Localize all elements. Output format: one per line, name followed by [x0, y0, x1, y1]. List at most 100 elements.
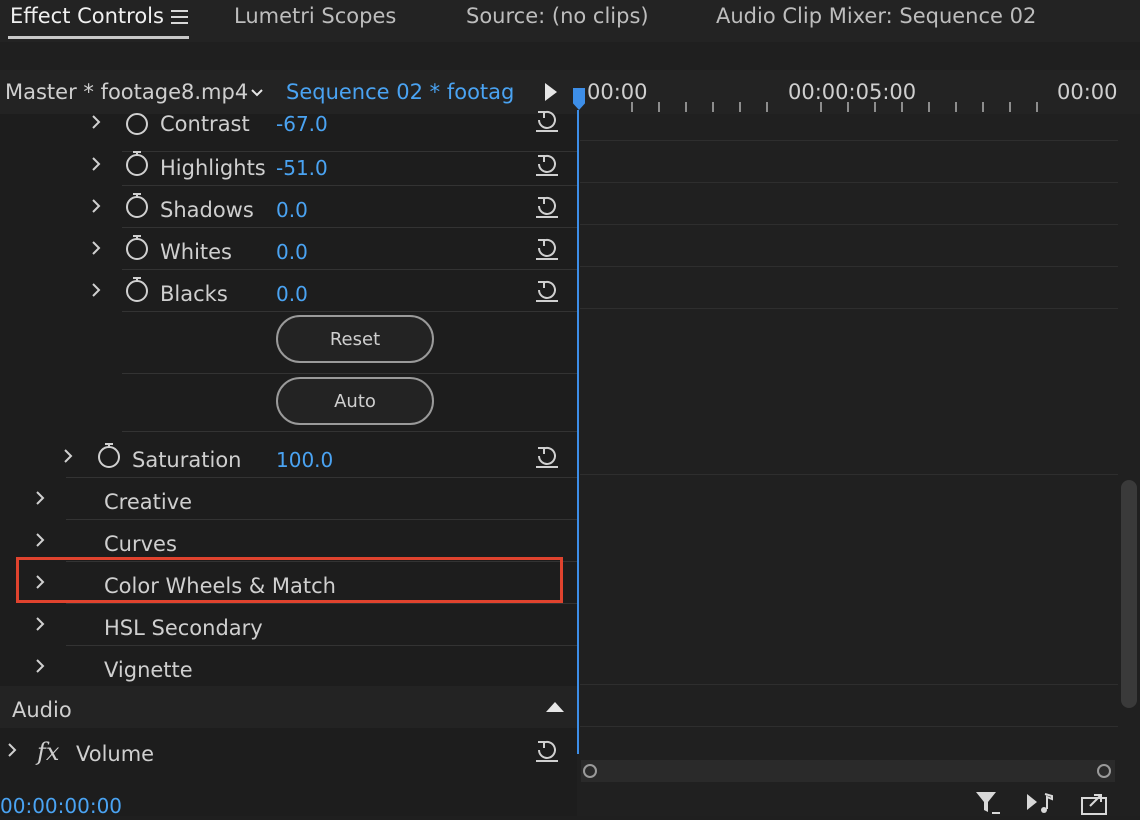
ruler-tick	[982, 102, 984, 112]
ruler-tick	[1009, 102, 1011, 112]
master-clip-label[interactable]: Master * footage8.mp4	[5, 80, 248, 104]
reset-arrow-icon[interactable]	[533, 736, 561, 764]
zoom-scrollbar[interactable]	[581, 760, 1115, 782]
track-line	[580, 140, 1118, 141]
param-value[interactable]: 0.0	[276, 198, 308, 222]
reset-arrow-icon[interactable]	[533, 442, 561, 470]
chevron-right-icon[interactable]	[90, 154, 102, 174]
group-row-creative[interactable]: Creative	[0, 478, 577, 520]
reset-arrow-icon[interactable]	[533, 106, 561, 134]
tab-source[interactable]: Source: (no clips)	[466, 4, 649, 28]
chevron-right-icon[interactable]	[6, 740, 18, 760]
chevron-right-icon[interactable]	[62, 446, 74, 466]
audio-effect-row-volume[interactable]: fx Volume	[0, 730, 577, 772]
ruler-tick	[712, 102, 714, 112]
track-line	[580, 684, 1118, 685]
current-timecode[interactable]: 00:00:00:00	[0, 794, 122, 818]
chevron-right-icon[interactable]	[34, 488, 46, 508]
param-row-saturation[interactable]: Saturation 100.0	[0, 436, 577, 478]
param-row-shadows[interactable]: Shadows 0.0	[0, 186, 577, 228]
playhead-line[interactable]	[577, 110, 579, 754]
param-value[interactable]: -67.0	[276, 112, 328, 136]
group-row-vignette[interactable]: Vignette	[0, 646, 577, 688]
group-label: Vignette	[104, 658, 193, 682]
chevron-right-icon[interactable]	[90, 238, 102, 258]
ruler-tick	[631, 102, 633, 112]
chevron-right-icon[interactable]	[34, 530, 46, 550]
tab-lumetri-scopes[interactable]: Lumetri Scopes	[234, 4, 396, 28]
ruler-tick	[847, 102, 849, 112]
chevron-right-icon[interactable]	[34, 614, 46, 634]
stopwatch-icon[interactable]	[124, 191, 150, 219]
group-row-curves[interactable]: Curves	[0, 520, 577, 562]
ruler-tick	[874, 102, 876, 112]
ruler-tick	[1036, 102, 1038, 112]
param-label: Whites	[160, 240, 233, 264]
track-line	[580, 474, 1118, 475]
auto-button[interactable]: Auto	[276, 377, 434, 425]
audio-effect-label: Volume	[76, 742, 155, 766]
ruler-tick	[901, 102, 903, 112]
clip-selector-header: Master * footage8.mp4 Sequence 02 * foot…	[0, 70, 577, 114]
group-label: Creative	[104, 490, 193, 514]
chevron-right-icon[interactable]	[90, 280, 102, 300]
time-ruler[interactable]: 00:00 00:00:05:00 00:00	[577, 70, 1140, 114]
reset-arrow-icon[interactable]	[533, 234, 561, 262]
ruler-tick	[658, 102, 660, 112]
ruler-time-label: 00:00:05:00	[788, 80, 917, 104]
active-tab-underline	[8, 36, 189, 39]
ruler-time-label: 00:00	[587, 80, 648, 104]
stopwatch-icon[interactable]	[124, 149, 150, 177]
chevron-down-icon[interactable]	[248, 84, 266, 102]
param-label: Contrast	[160, 112, 250, 136]
stopwatch-icon[interactable]	[124, 275, 150, 303]
param-value[interactable]: 0.0	[276, 282, 308, 306]
ruler-tick	[739, 102, 741, 112]
row-divider	[122, 431, 577, 432]
reset-arrow-icon[interactable]	[533, 192, 561, 220]
chevron-right-icon[interactable]	[90, 112, 102, 132]
param-label: Highlights	[160, 156, 266, 180]
track-line	[580, 726, 1118, 727]
param-value[interactable]: 100.0	[276, 448, 333, 472]
ruler-tick	[928, 102, 930, 112]
ruler-tick	[820, 102, 822, 112]
param-label: Saturation	[132, 448, 242, 472]
tab-effect-controls[interactable]: Effect Controls	[10, 4, 164, 28]
param-row-whites[interactable]: Whites 0.0	[0, 228, 577, 270]
sequence-clip-label[interactable]: Sequence 02 * footag...	[286, 80, 514, 104]
stopwatch-icon[interactable]	[124, 233, 150, 261]
stopwatch-icon[interactable]	[96, 441, 122, 469]
reset-arrow-icon[interactable]	[533, 276, 561, 304]
param-value[interactable]: -51.0	[276, 156, 328, 180]
audio-section-header[interactable]: Audio	[0, 686, 577, 728]
stopwatch-icon[interactable]	[124, 108, 150, 136]
hamburger-menu-icon[interactable]	[171, 10, 188, 24]
ruler-tick	[955, 102, 957, 112]
play-triangle-icon[interactable]	[545, 83, 557, 101]
group-row-hsl-secondary[interactable]: HSL Secondary	[0, 604, 577, 646]
mini-timeline: 00:00 00:00:05:00 00:00	[573, 70, 1140, 816]
ruler-time-label: 00:00	[1057, 80, 1118, 104]
tab-audio-clip-mixer[interactable]: Audio Clip Mixer: Sequence 02	[716, 4, 1036, 28]
vertical-scrollbar[interactable]	[1121, 480, 1137, 708]
param-value[interactable]: 0.0	[276, 240, 308, 264]
panel-tab-bar: Effect Controls Lumetri Scopes Source: (…	[0, 0, 1140, 42]
track-line	[580, 308, 1118, 309]
reset-arrow-icon[interactable]	[533, 150, 561, 178]
fx-icon[interactable]: fx	[37, 738, 59, 766]
track-line	[580, 224, 1118, 225]
chevron-right-icon[interactable]	[90, 196, 102, 216]
track-line	[580, 182, 1118, 183]
param-row-highlights[interactable]: Highlights -51.0	[0, 144, 577, 186]
zoom-handle-left[interactable]	[583, 764, 597, 778]
reset-button[interactable]: Reset	[276, 315, 434, 363]
group-label: Curves	[104, 532, 177, 556]
collapse-up-icon[interactable]	[546, 702, 564, 712]
param-row-blacks[interactable]: Blacks 0.0	[0, 270, 577, 312]
audio-section-label: Audio	[12, 698, 72, 722]
zoom-handle-right[interactable]	[1097, 764, 1111, 778]
param-label: Blacks	[160, 282, 228, 306]
effect-controls-panel: Master * footage8.mp4 Sequence 02 * foot…	[0, 70, 577, 816]
chevron-right-icon[interactable]	[34, 656, 46, 676]
